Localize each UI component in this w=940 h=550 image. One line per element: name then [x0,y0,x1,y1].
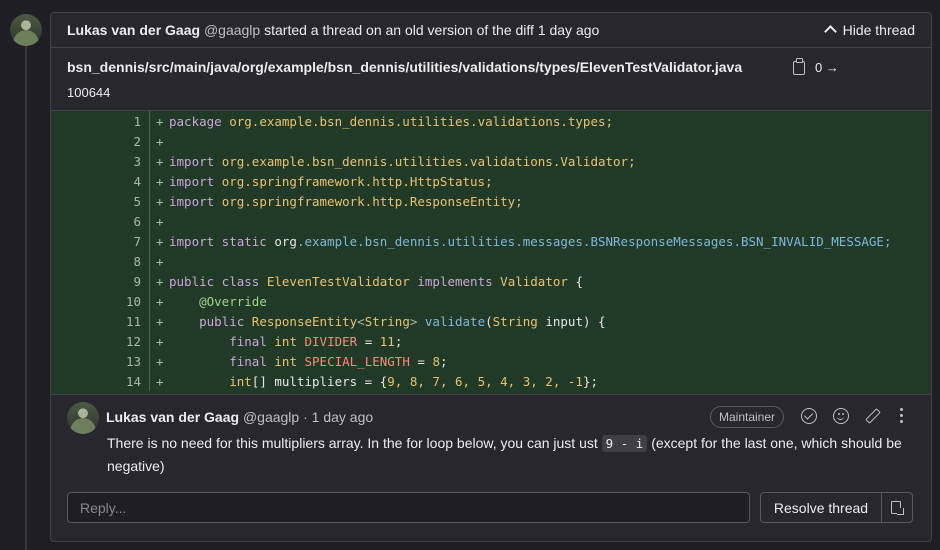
diff-file-header: bsn_dennis/src/main/java/org/example/bsn… [51,48,931,109]
diff-marker: + [156,354,164,369]
line-number[interactable]: 12 [51,334,141,349]
maintainer-badge: Maintainer [710,406,785,428]
code-line: 4 + import org.springframework.http.HttpSt… [51,171,931,191]
code-line: 3 + import org.example.bsn_dennis.utilitie… [51,151,931,171]
thread-time: 1 day ago [537,22,600,38]
code-line: 11 + public ResponseEntity<String> valida… [51,311,931,331]
add-reaction-icon[interactable] [833,408,849,424]
diff-marker: + [156,334,164,349]
line-number[interactable]: 2 [51,134,141,149]
code-line: 12 + final int DIVIDER = 11; [51,331,931,351]
chevron-up-icon [823,25,837,38]
reply-separator: · [303,409,308,425]
hide-thread-label: Hide thread [842,22,915,38]
code-line: 9 + public class ElevenTestValidator imple… [51,271,931,291]
line-number[interactable]: 14 [51,374,141,389]
copy-file-path-icon[interactable] [793,58,805,75]
resolve-check-icon[interactable] [801,408,817,424]
code-line: 13 + final int SPECIAL_LENGTH = 8; [51,351,931,371]
diff-marker: + [156,114,164,129]
line-number[interactable]: 4 [51,174,141,189]
line-number[interactable]: 7 [51,234,141,249]
resolve-in-new-issue-button[interactable] [881,492,913,523]
diff-marker: + [156,214,164,229]
code-line: 14 + int[] multipliers = {9, 8, 7, 6, 5, … [51,371,931,391]
code-line: 8 + [51,251,931,271]
comment-body: There is no need for this multipliers ar… [107,432,907,477]
reply-author-name[interactable]: Lukas van der Gaag [106,409,239,425]
diff-marker: + [156,314,164,329]
code-line: 7 + import static org.example.bsn_dennis.u… [51,231,931,251]
diff-marker: + [156,294,164,309]
reply-input[interactable] [67,492,750,523]
resolve-thread-button[interactable]: Resolve thread [760,492,882,523]
reply-time[interactable]: 1 day ago [312,409,374,425]
diff-marker: + [156,194,164,209]
code-line: 10 + @Override [51,291,931,311]
code-line: 2 + [51,131,931,151]
thread-header: Lukas van der Gaag @gaaglp started a thr… [51,13,931,48]
code-line: 5 + import org.springframework.http.Respon… [51,191,931,211]
thread-action-text: started a thread on an old version of th… [264,22,534,38]
diff-marker: + [156,254,164,269]
file-mode: 100644 [67,85,111,100]
diff-code-block: 1 + package org.example.bsn_dennis.utiliti… [51,110,931,395]
reply-header: Lukas van der Gaag @gaaglp · 1 day ago [106,409,373,425]
code-line: 6 + [51,211,931,231]
more-actions-icon[interactable] [900,408,904,424]
comment-inline-code: 9 - i [601,435,648,452]
diff-marker: + [156,274,164,289]
line-number[interactable]: 13 [51,354,141,369]
comment-text: There is no need for this multipliers ar… [107,435,598,451]
file-path[interactable]: bsn_dennis/src/main/java/org/example/bsn… [67,59,742,75]
edit-comment-icon[interactable] [866,408,882,424]
author-avatar[interactable] [10,14,42,46]
diff-marker: + [156,134,164,149]
line-number[interactable]: 11 [51,314,141,329]
thread-summary: Lukas van der Gaag @gaaglp started a thr… [67,22,599,38]
line-number[interactable]: 1 [51,114,141,129]
diff-marker: + [156,374,164,389]
line-number[interactable]: 5 [51,194,141,209]
reply-author-handle[interactable]: @gaaglp [243,409,299,425]
file-stat: 0 → [815,60,839,75]
thread-author-handle[interactable]: @gaaglp [204,22,260,38]
line-number[interactable]: 10 [51,294,141,309]
code-line: 1 + package org.example.bsn_dennis.utiliti… [51,111,931,131]
timeline-line [25,44,27,550]
line-number[interactable]: 3 [51,154,141,169]
hide-thread-button[interactable]: Hide thread [823,22,915,38]
reply-author-avatar[interactable] [67,402,99,434]
issue-icon [891,501,904,515]
diff-marker: + [156,154,164,169]
diff-marker: + [156,174,164,189]
line-number[interactable]: 8 [51,254,141,269]
diff-marker: + [156,234,164,249]
line-number[interactable]: 6 [51,214,141,229]
line-number[interactable]: 9 [51,274,141,289]
thread-author-name[interactable]: Lukas van der Gaag [67,22,200,38]
